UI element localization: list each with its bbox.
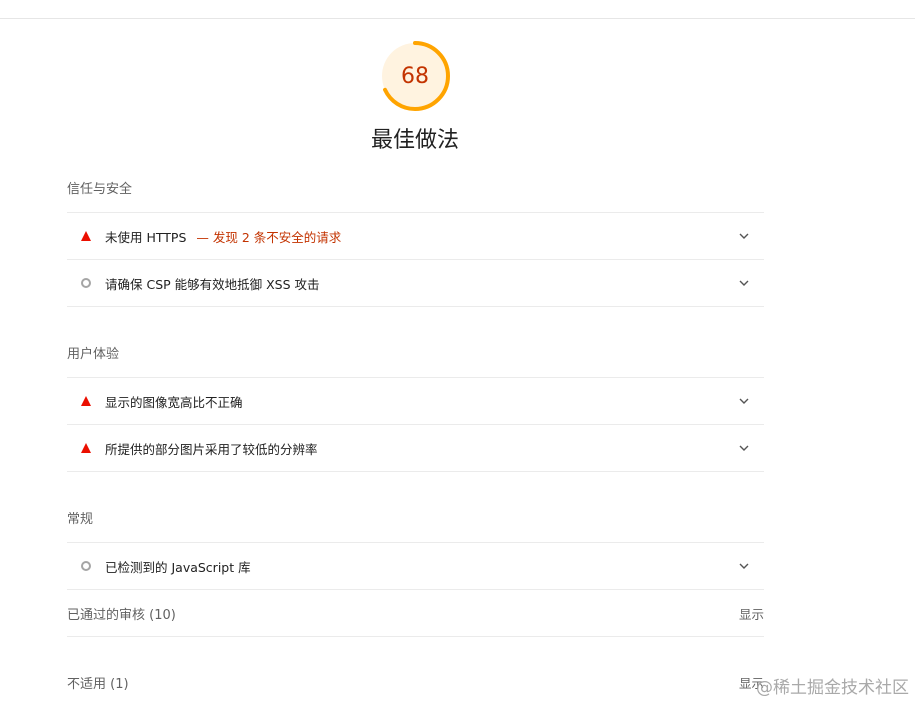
- chevron-down-icon[interactable]: [738, 560, 750, 572]
- audit-js-libraries[interactable]: 已检测到的 JavaScript 库: [67, 542, 764, 590]
- chevron-down-icon[interactable]: [738, 230, 750, 242]
- not-applicable-count: (1): [110, 676, 129, 692]
- show-passed-button[interactable]: 显示: [739, 604, 764, 623]
- passed-audits-label: 已通过的审核: [67, 607, 146, 623]
- watermark: @稀土掘金技术社区: [756, 678, 909, 698]
- group-title-general: 常规: [67, 512, 94, 527]
- audit-csp-xss[interactable]: 请确保 CSP 能够有效地抵御 XSS 攻击: [67, 259, 764, 307]
- chevron-down-icon[interactable]: [738, 277, 750, 289]
- group-title-user-experience: 用户体验: [67, 347, 120, 362]
- chevron-down-icon[interactable]: [738, 442, 750, 454]
- audit-image-resolution[interactable]: 所提供的部分图片采用了较低的分辨率: [67, 424, 764, 472]
- group-title-trust-safety: 信任与安全: [67, 182, 133, 197]
- audit-label: 未使用 HTTPS: [105, 229, 187, 245]
- warning-triangle-icon: [67, 443, 105, 453]
- audit-label: 请确保 CSP 能够有效地抵御 XSS 攻击: [105, 276, 320, 292]
- top-divider: [0, 18, 915, 19]
- category-title: 最佳做法: [370, 128, 459, 153]
- chevron-down-icon[interactable]: [738, 395, 750, 407]
- circle-icon: [67, 561, 105, 571]
- passed-audits-count: (10): [149, 607, 176, 623]
- not-applicable-label: 不适用: [67, 676, 107, 692]
- warning-triangle-icon: [67, 396, 105, 406]
- not-applicable-row[interactable]: 不适用 (1) 显示: [67, 676, 764, 692]
- audit-https[interactable]: 未使用 HTTPS — 发现 2 条不安全的请求: [67, 212, 764, 259]
- audit-image-aspect-ratio[interactable]: 显示的图像宽高比不正确: [67, 377, 764, 424]
- audit-description: — 发现 2 条不安全的请求: [196, 229, 342, 245]
- score-gauge: 68: [379, 40, 451, 112]
- not-applicable-heading: 不适用 (1): [67, 673, 129, 692]
- passed-audits-row[interactable]: 已通过的审核 (10) 显示: [67, 590, 764, 637]
- audit-list: 信任与安全 未使用 HTTPS — 发现 2 条不安全的请求 请确保 CSP 能…: [67, 168, 764, 692]
- warning-triangle-icon: [67, 231, 105, 241]
- audit-label: 显示的图像宽高比不正确: [105, 394, 243, 410]
- circle-icon: [67, 278, 105, 288]
- audit-label: 已检测到的 JavaScript 库: [105, 559, 251, 575]
- audit-label: 所提供的部分图片采用了较低的分辨率: [105, 441, 318, 457]
- score-value: 68: [401, 63, 429, 89]
- passed-audits-heading: 已通过的审核 (10): [67, 604, 176, 623]
